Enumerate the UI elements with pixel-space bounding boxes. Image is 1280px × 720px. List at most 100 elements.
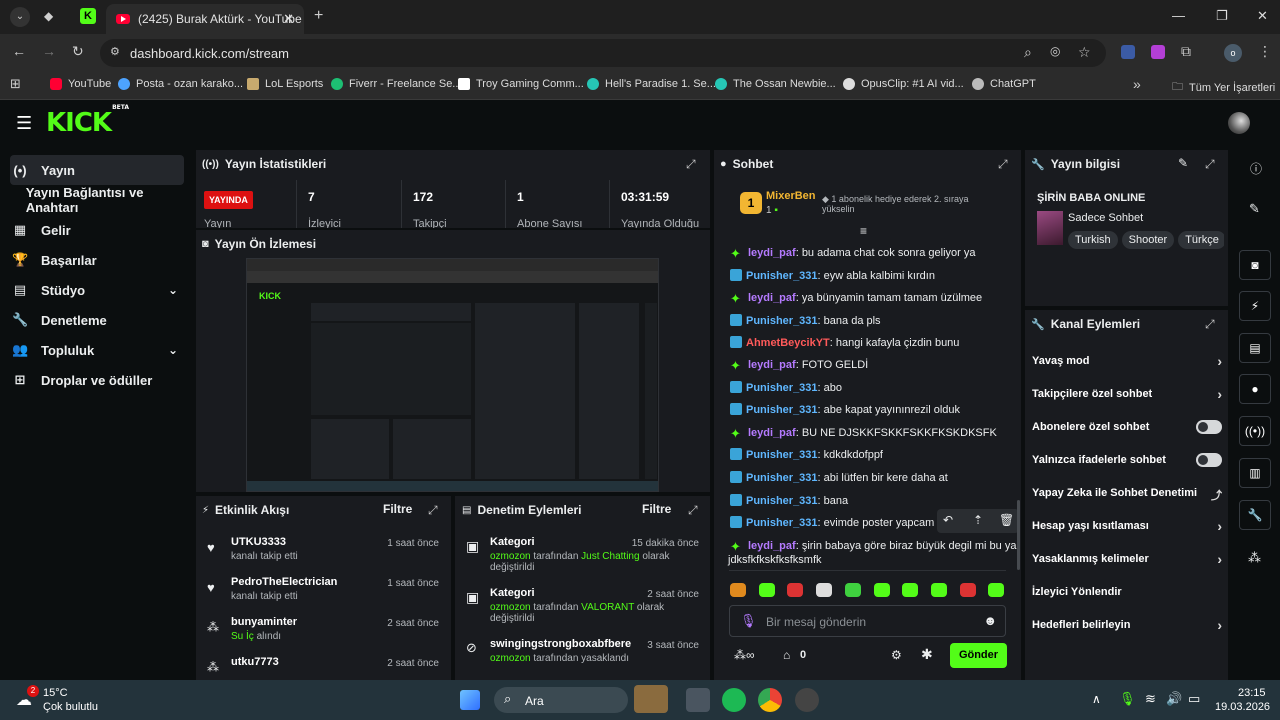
expand-icon[interactable]: ⤢: [688, 503, 698, 518]
sidebar-item-yayin[interactable]: (•) Yayın: [10, 155, 184, 185]
start-icon[interactable]: [460, 690, 480, 710]
expand-icon[interactable]: ⤢: [998, 157, 1008, 172]
emote-icon[interactable]: [902, 583, 919, 597]
weather-desc[interactable]: Çok bulutlu: [43, 701, 98, 713]
channel-action-item[interactable]: Yalnızca ifadelerle sohbet: [1032, 453, 1222, 467]
chat-username[interactable]: AhmetBeycikYT: [746, 337, 830, 349]
tab-youtube[interactable]: (2425) Burak Aktürk - YouTube ✕: [106, 4, 304, 34]
sidebar-item-droplar[interactable]: ⊞ Droplar ve ödüller: [10, 365, 184, 395]
hamburger-menu-icon[interactable]: ☰: [16, 113, 32, 134]
channel-action-item[interactable]: Yapay Zeka ile Sohbet Denetimi ⤴: [1032, 487, 1222, 502]
wifi-icon[interactable]: ≋: [1145, 691, 1156, 707]
bookmark-hells-paradise[interactable]: Hell's Paradise 1. Se...: [587, 78, 716, 90]
kick-tab-favicon[interactable]: K: [80, 8, 96, 24]
microphone-icon[interactable]: 🎙: [740, 613, 757, 629]
spotify-icon[interactable]: [722, 688, 746, 712]
emote-icon[interactable]: [787, 583, 804, 597]
chevron-down-icon[interactable]: ⌄: [168, 283, 178, 297]
bookmark-star-icon[interactable]: ☆: [1078, 44, 1091, 61]
bookmark-chatgpt[interactable]: ChatGPT: [972, 78, 1036, 90]
chat-message[interactable]: Punisher_331: eyw abla kalbimi kırdın: [730, 269, 935, 282]
info-icon[interactable]: ⓘ: [1250, 160, 1262, 177]
back-icon[interactable]: ←: [12, 43, 26, 59]
eye-off-icon[interactable]: ◎: [1050, 44, 1060, 58]
url-bar[interactable]: ⚙ dashboard.kick.com/stream ⌕ ◎ ☆: [100, 39, 1106, 67]
chat-message[interactable]: Punisher_331: bana: [730, 494, 848, 507]
edit-pencil-icon[interactable]: ✎: [1249, 201, 1260, 217]
chat-username[interactable]: Punisher_331: [746, 270, 818, 282]
chat-username[interactable]: leydi_paf: [748, 292, 796, 304]
expand-icon[interactable]: ⤢: [428, 503, 438, 518]
emote-icon[interactable]: [730, 583, 746, 597]
bookmark-lol-esports[interactable]: LoL Esports: [247, 78, 323, 90]
chat-message[interactable]: ✦ leydi_paf: ya bünyamin tamam tamam üzül…: [730, 291, 982, 306]
apps-grid-icon[interactable]: ⊞: [10, 76, 21, 92]
tray-chevron-icon[interactable]: ∧: [1092, 692, 1101, 706]
volume-icon[interactable]: 🔊: [1166, 691, 1182, 707]
chat-username[interactable]: leydi_paf: [748, 247, 796, 259]
chat-message[interactable]: Punisher_331: abi lütfen bir kere daha a…: [730, 471, 948, 484]
edit-pencil-icon[interactable]: ✎: [1178, 156, 1188, 170]
clock-time[interactable]: 23:15: [1238, 687, 1266, 699]
extension-shield-icon[interactable]: [1121, 45, 1135, 59]
undo-icon[interactable]: ↶: [943, 513, 953, 527]
pin-icon[interactable]: ⇡: [973, 513, 983, 527]
clock-date[interactable]: 19.03.2026: [1215, 701, 1270, 713]
taskbar-search[interactable]: ⌕ Ara: [494, 685, 668, 713]
channel-action-item[interactable]: Hesap yaşı kısıtlaması ›: [1032, 518, 1222, 534]
tab-search-icon[interactable]: ⌄: [10, 7, 30, 27]
chat-username[interactable]: leydi_paf: [748, 540, 796, 552]
chat-message[interactable]: Punisher_331: kdkdkdofppf: [730, 448, 883, 461]
bookmark-posta[interactable]: Posta - ozan karako...: [118, 78, 243, 90]
emote-icon[interactable]: [959, 583, 976, 597]
chat-message[interactable]: AhmetBeycikYT: hangi kafayla çizdin bunu: [730, 336, 959, 349]
emoji-icon[interactable]: ☻: [983, 613, 997, 628]
chat-username[interactable]: Punisher_331: [746, 315, 818, 327]
close-window-icon[interactable]: ✕: [1257, 8, 1268, 24]
chat-username[interactable]: Punisher_331: [746, 517, 818, 529]
chat-username[interactable]: Punisher_331: [746, 495, 818, 507]
zoom-icon[interactable]: ⌕: [1024, 44, 1032, 61]
channel-action-item[interactable]: Yasaklanmış kelimeler ›: [1032, 551, 1222, 567]
emote-icon[interactable]: [816, 583, 833, 597]
forward-icon[interactable]: →: [42, 43, 56, 59]
chevron-down-icon[interactable]: ⌄: [168, 343, 178, 357]
restore-icon[interactable]: ❐: [1216, 8, 1228, 24]
toggle-switch[interactable]: [1196, 420, 1222, 434]
chat-username[interactable]: Punisher_331: [746, 382, 818, 394]
rewards-icon[interactable]: ⁂: [1248, 550, 1261, 566]
moderation-toggle-button[interactable]: ▤: [1239, 333, 1271, 363]
chat-username[interactable]: Punisher_331: [746, 449, 818, 461]
chat-scroll-menu-icon[interactable]: ≡: [860, 224, 867, 238]
store-icon[interactable]: ⌂: [783, 648, 790, 662]
channel-action-item[interactable]: Takipçilere özel sohbet ›: [1032, 386, 1222, 402]
chat-username[interactable]: Punisher_331: [746, 472, 818, 484]
emote-icon[interactable]: [758, 583, 775, 597]
sidebar-item-denetleme[interactable]: 🔧 Denetleme: [10, 305, 184, 335]
emote-icon[interactable]: [988, 583, 1005, 597]
channel-action-item[interactable]: Yavaş mod ›: [1032, 353, 1222, 369]
chat-message[interactable]: ✦ leydi_paf: FOTO GELDİ: [730, 358, 868, 373]
trash-icon[interactable]: 🗑: [999, 513, 1014, 527]
bookmark-ossan-newbie[interactable]: The Ossan Newbie...: [715, 78, 836, 90]
expand-icon[interactable]: ⤢: [1205, 317, 1215, 332]
settings-toggle-button[interactable]: 🔧: [1239, 500, 1271, 530]
activity-toggle-button[interactable]: ⚡: [1239, 291, 1271, 321]
emote-icon[interactable]: [873, 583, 890, 597]
layout-toggle-button[interactable]: ▥: [1239, 458, 1271, 488]
chat-toggle-button[interactable]: ●: [1239, 374, 1271, 404]
sidebar-item-gelir[interactable]: ▦ Gelir: [10, 215, 184, 245]
chat-username[interactable]: leydi_paf: [748, 427, 796, 439]
bookmark-troy-gaming[interactable]: Troy Gaming Comm...: [458, 78, 584, 90]
all-bookmarks[interactable]: 🗀 Tüm Yer İşaretleri: [1172, 78, 1275, 97]
activity-filter-button[interactable]: Filtre: [383, 502, 412, 516]
emote-icon[interactable]: [930, 583, 947, 597]
top-gifter-name[interactable]: MixerBen: [766, 190, 816, 202]
minimize-icon[interactable]: —: [1172, 8, 1185, 23]
browser-menu-icon[interactable]: ⋮: [1258, 43, 1272, 60]
site-info-icon[interactable]: ⚙: [110, 45, 120, 58]
chat-message[interactable]: Punisher_331: evimde poster yapcam: [730, 516, 934, 529]
new-tab-icon[interactable]: +: [314, 7, 323, 25]
microphone-icon[interactable]: 🎙: [1119, 691, 1136, 707]
emote-icon[interactable]: [844, 583, 861, 597]
